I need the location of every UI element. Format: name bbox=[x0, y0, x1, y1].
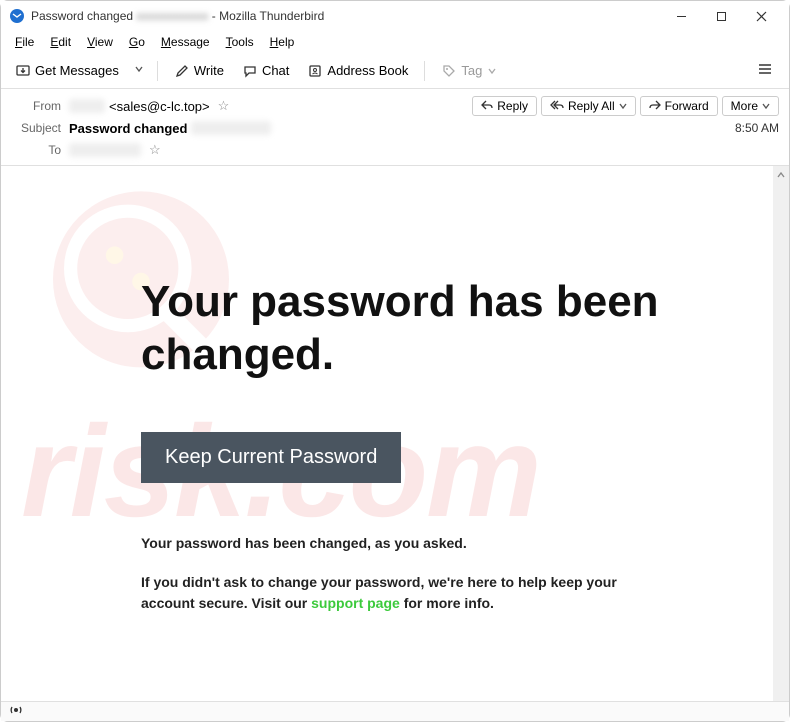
to-label: To bbox=[11, 143, 61, 157]
message-header: From <sales@c-lc.top> ☆ Reply Reply All … bbox=[1, 89, 789, 166]
write-button[interactable]: Write bbox=[168, 60, 230, 82]
window-minimize-button[interactable] bbox=[661, 1, 701, 31]
title-redacted: xxxxxxxxxxxx bbox=[136, 9, 208, 23]
tag-icon bbox=[441, 63, 457, 79]
forward-button[interactable]: Forward bbox=[640, 96, 718, 116]
download-icon bbox=[15, 63, 31, 79]
from-name-redacted bbox=[69, 99, 105, 113]
more-label: More bbox=[731, 99, 758, 113]
toolbar: Get Messages Write Chat Address Book Tag bbox=[1, 53, 789, 89]
pencil-icon bbox=[174, 63, 190, 79]
get-messages-label: Get Messages bbox=[35, 63, 119, 78]
toolbar-separator-2 bbox=[424, 61, 425, 81]
toolbar-separator bbox=[157, 61, 158, 81]
menu-file[interactable]: File bbox=[9, 33, 40, 51]
support-page-link[interactable]: support page bbox=[311, 595, 400, 611]
message-time: 8:50 AM bbox=[735, 121, 779, 135]
subject-value: Password changed bbox=[69, 121, 187, 136]
window-title: Password changed xxxxxxxxxxxx - Mozilla … bbox=[31, 9, 661, 23]
keep-password-button[interactable]: Keep Current Password bbox=[141, 432, 401, 483]
menu-message[interactable]: Message bbox=[155, 33, 216, 51]
chat-label: Chat bbox=[262, 63, 289, 78]
subject-label: Subject bbox=[11, 121, 61, 135]
reply-label: Reply bbox=[497, 99, 528, 113]
body-line-1: Your password has been changed, as you a… bbox=[141, 533, 661, 554]
menu-view[interactable]: View bbox=[81, 33, 119, 51]
reply-icon bbox=[481, 99, 493, 113]
menu-help[interactable]: Help bbox=[264, 33, 301, 51]
get-messages-dropdown[interactable] bbox=[131, 65, 147, 76]
tag-button[interactable]: Tag bbox=[435, 60, 502, 82]
title-suffix: - Mozilla Thunderbird bbox=[212, 9, 325, 23]
window-titlebar: Password changed xxxxxxxxxxxx - Mozilla … bbox=[1, 1, 789, 31]
reply-all-button[interactable]: Reply All bbox=[541, 96, 636, 116]
body-line-2: If you didn't ask to change your passwor… bbox=[141, 572, 661, 614]
reply-all-icon bbox=[550, 99, 564, 113]
window-maximize-button[interactable] bbox=[701, 1, 741, 31]
tag-label: Tag bbox=[461, 63, 482, 78]
message-body: risk.com Your password has been changed.… bbox=[1, 166, 789, 706]
message-body-container: risk.com Your password has been changed.… bbox=[1, 166, 789, 706]
menu-go[interactable]: Go bbox=[123, 33, 151, 51]
reply-all-label: Reply All bbox=[568, 99, 615, 113]
chat-icon bbox=[242, 63, 258, 79]
connection-icon bbox=[9, 703, 23, 720]
window-close-button[interactable] bbox=[741, 1, 781, 31]
email-headline: Your password has been changed. bbox=[141, 276, 749, 382]
get-messages-button[interactable]: Get Messages bbox=[9, 60, 125, 82]
menubar: File Edit View Go Message Tools Help bbox=[1, 31, 789, 53]
from-address: <sales@c-lc.top> bbox=[109, 99, 210, 114]
more-button[interactable]: More bbox=[722, 96, 779, 116]
reply-button[interactable]: Reply bbox=[472, 96, 537, 116]
write-label: Write bbox=[194, 63, 224, 78]
statusbar bbox=[1, 701, 789, 721]
menu-edit[interactable]: Edit bbox=[44, 33, 77, 51]
menu-tools[interactable]: Tools bbox=[220, 33, 260, 51]
email-body-text: Your password has been changed, as you a… bbox=[141, 533, 661, 614]
forward-icon bbox=[649, 99, 661, 113]
hamburger-icon bbox=[757, 61, 773, 77]
app-icon bbox=[9, 8, 25, 24]
address-book-label: Address Book bbox=[327, 63, 408, 78]
title-prefix: Password changed bbox=[31, 9, 133, 23]
from-star-icon[interactable]: ☆ bbox=[218, 98, 230, 114]
address-book-icon bbox=[307, 63, 323, 79]
from-label: From bbox=[11, 99, 61, 113]
subject-redacted bbox=[191, 121, 271, 135]
to-redacted bbox=[69, 143, 141, 157]
address-book-button[interactable]: Address Book bbox=[301, 60, 414, 82]
app-menu-button[interactable] bbox=[749, 57, 781, 84]
chat-button[interactable]: Chat bbox=[236, 60, 295, 82]
to-star-icon[interactable]: ☆ bbox=[149, 142, 161, 158]
forward-label: Forward bbox=[665, 99, 709, 113]
